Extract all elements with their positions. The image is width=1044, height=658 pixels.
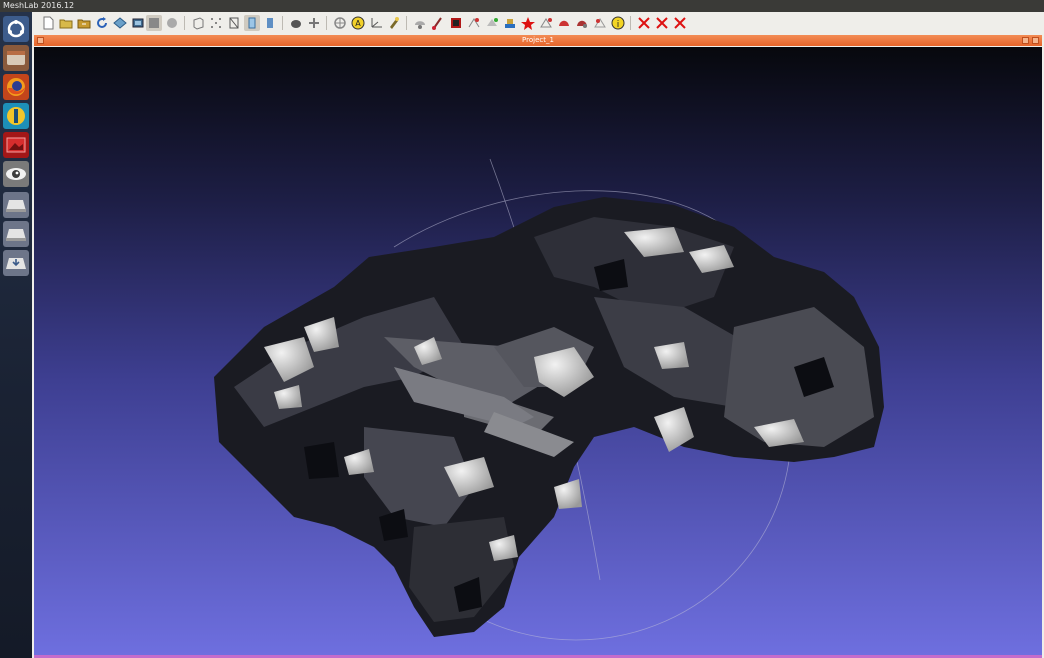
save-icon[interactable] [112, 15, 128, 31]
svg-text:A: A [355, 19, 361, 28]
hidden-lines-icon[interactable] [244, 15, 260, 31]
smooth-shading-icon[interactable] [164, 15, 180, 31]
delete-all-icon[interactable] [672, 15, 688, 31]
fancy-lighting-icon[interactable] [306, 15, 322, 31]
project-window-titlebar: Project_1 [34, 35, 1042, 46]
stamp-icon[interactable] [502, 15, 518, 31]
image-viewer-icon[interactable] [3, 132, 29, 158]
window-menu-icon[interactable] [37, 37, 44, 44]
firefox-icon[interactable] [3, 74, 29, 100]
svg-text:i: i [617, 20, 620, 30]
drive-icon[interactable] [3, 192, 29, 218]
info-icon[interactable] [332, 15, 348, 31]
restore-icon[interactable] [1022, 37, 1029, 44]
wireframe-icon[interactable] [226, 15, 242, 31]
delete-faces-icon[interactable] [654, 15, 670, 31]
brush-icon[interactable] [430, 15, 446, 31]
points-icon[interactable] [208, 15, 224, 31]
manipulator-icon[interactable] [484, 15, 500, 31]
cut-icon[interactable] [574, 15, 590, 31]
lighting-icon[interactable] [288, 15, 304, 31]
drive-icon[interactable] [3, 221, 29, 247]
paint-icon[interactable] [386, 15, 402, 31]
open-project-icon[interactable] [58, 15, 74, 31]
flat-lines-icon[interactable] [262, 15, 278, 31]
new-project-icon[interactable] [40, 15, 56, 31]
ubuntu-dash-icon[interactable] [3, 16, 29, 42]
bounding-box-icon[interactable] [190, 15, 206, 31]
window-titlebar: MeshLab 2016.12 [0, 0, 1044, 12]
align-icon[interactable] [466, 15, 482, 31]
3d-viewport[interactable] [34, 47, 1042, 655]
delete-vertices-icon[interactable] [636, 15, 652, 31]
annotate-icon[interactable]: A [350, 15, 366, 31]
select-vertices-icon[interactable] [412, 15, 428, 31]
project-window: Project_1 [32, 34, 1044, 658]
software-center-icon[interactable] [3, 103, 29, 129]
file-manager-icon[interactable] [3, 45, 29, 71]
select-faces-icon[interactable] [538, 15, 554, 31]
meshlab-eye-icon[interactable] [3, 161, 29, 187]
flat-shading-icon[interactable] [146, 15, 162, 31]
open-mesh-icon[interactable] [76, 15, 92, 31]
reload-icon[interactable] [94, 15, 110, 31]
select-connected-icon[interactable] [556, 15, 572, 31]
close-icon[interactable] [1032, 37, 1039, 44]
usb-drive-icon[interactable] [3, 250, 29, 276]
unity-launcher [0, 12, 32, 658]
project-title: Project_1 [522, 36, 554, 44]
axes-icon[interactable] [368, 15, 384, 31]
help-info-icon[interactable]: i [610, 15, 626, 31]
georef-icon[interactable] [592, 15, 608, 31]
main-toolbar: A i [32, 12, 1044, 35]
snapshot-icon[interactable] [130, 15, 146, 31]
app-title: MeshLab 2016.12 [3, 1, 75, 10]
measure-icon[interactable] [520, 15, 536, 31]
color-picker-icon[interactable] [448, 15, 464, 31]
